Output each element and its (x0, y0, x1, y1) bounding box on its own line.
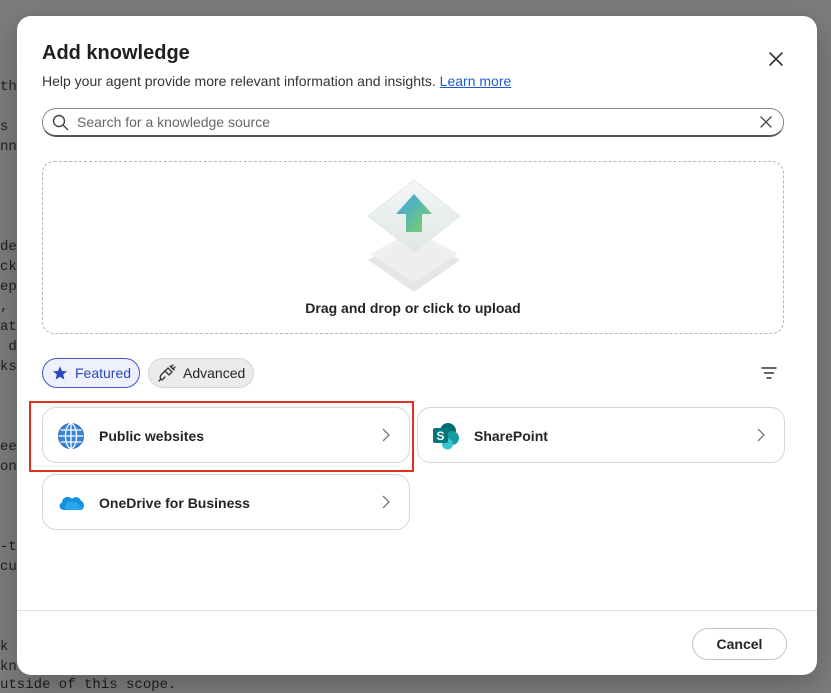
sharepoint-icon: S (433, 423, 459, 450)
svg-text:S: S (436, 429, 444, 443)
advanced-filter-button[interactable]: Advanced (148, 358, 254, 388)
background-text: , (0, 299, 9, 315)
source-card-label: Public websites (99, 428, 205, 444)
chevron-right-icon (382, 428, 390, 442)
learn-more-link[interactable]: Learn more (440, 73, 512, 89)
search-box (42, 108, 784, 137)
globe-icon (58, 422, 84, 450)
star-icon (53, 366, 67, 380)
featured-filter-button[interactable]: Featured (42, 358, 140, 388)
background-text: nn (0, 139, 17, 155)
plug-icon (158, 364, 176, 382)
close-icon (769, 52, 783, 66)
cancel-button[interactable]: Cancel (692, 628, 787, 660)
onedrive-icon (59, 496, 84, 510)
search-input[interactable] (77, 112, 737, 132)
source-card-onedrive[interactable]: OneDrive for Business (42, 474, 410, 530)
background-text: s (0, 119, 9, 135)
background-text: kn (0, 659, 17, 675)
background-text: on (0, 459, 17, 475)
dialog-subtitle: Help your agent provide more relevant in… (42, 73, 511, 89)
chevron-right-icon (757, 428, 765, 442)
background-text: k (0, 639, 9, 655)
dialog-title: Add knowledge (42, 42, 190, 64)
chevron-right-icon (382, 495, 390, 509)
source-card-public-websites[interactable]: Public websites (42, 407, 410, 463)
background-text: d (0, 339, 17, 355)
background-text: ck (0, 259, 17, 275)
dialog-subtitle-text: Help your agent provide more relevant in… (42, 73, 436, 89)
background-text: th (0, 79, 17, 95)
background-text: at (0, 319, 17, 335)
footer-divider (17, 610, 817, 611)
source-card-label: SharePoint (474, 428, 548, 444)
upload-icon (367, 179, 461, 292)
filter-icon[interactable] (760, 366, 778, 380)
add-knowledge-dialog: Add knowledge Help your agent provide mo… (17, 16, 817, 675)
background-text: ee (0, 439, 17, 455)
background-text: ep (0, 279, 17, 295)
source-card-sharepoint[interactable]: S SharePoint (417, 407, 785, 463)
background-text: de (0, 239, 17, 255)
advanced-filter-label: Advanced (183, 365, 246, 381)
close-button[interactable] (765, 48, 787, 70)
dropzone-label: Drag and drop or click to upload (305, 300, 521, 316)
featured-filter-label: Featured (75, 365, 132, 381)
clear-search-icon[interactable] (759, 115, 773, 129)
background-text: cu (0, 559, 17, 575)
background-text: ks (0, 359, 17, 375)
search-icon (52, 114, 69, 131)
background-text: -t (0, 539, 17, 555)
upload-dropzone[interactable]: Drag and drop or click to upload (42, 161, 784, 334)
source-card-label: OneDrive for Business (99, 495, 250, 511)
